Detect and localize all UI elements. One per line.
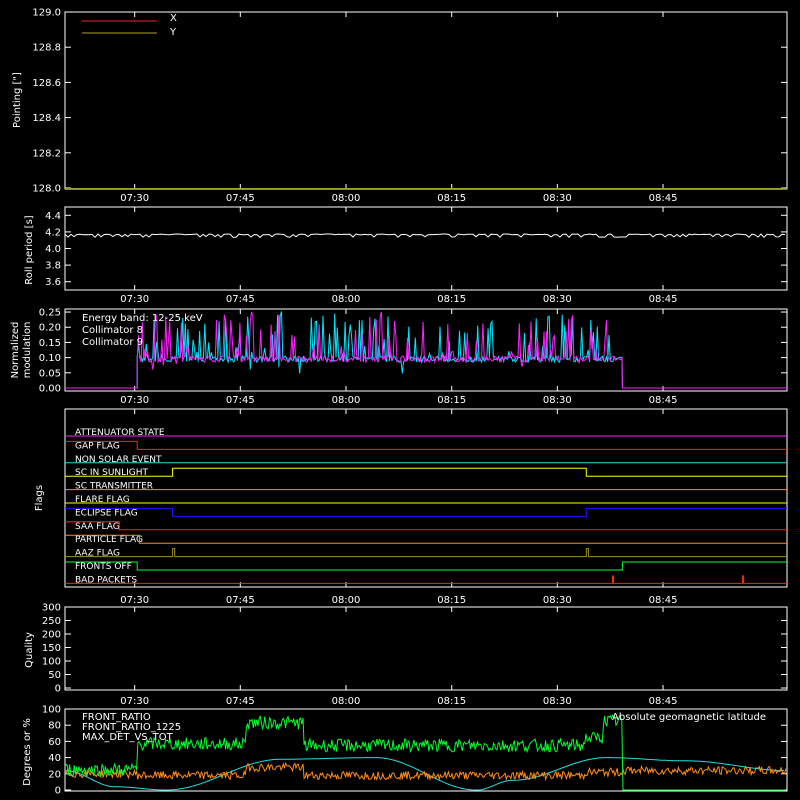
x-tick-label: 07:30 <box>120 395 149 406</box>
y-tick-label: 0 <box>55 786 61 797</box>
y-tick-label: 80 <box>48 721 61 732</box>
y-tick-label: 3.8 <box>45 261 61 272</box>
y-tick-label: 129.0 <box>32 8 61 19</box>
ratio-ylabel: Degrees or % <box>22 718 33 786</box>
x-tick-label: 08:00 <box>332 395 361 406</box>
x-tick-label: 08:00 <box>332 193 361 204</box>
x-tick-label: 07:45 <box>226 193 255 204</box>
y-tick-label: 128.0 <box>32 184 61 195</box>
x-tick-label: 07:45 <box>226 395 255 406</box>
x-tick-label: 08:30 <box>543 395 572 406</box>
y-tick-label: 0.25 <box>39 308 61 319</box>
y-tick-label: 0.00 <box>39 384 61 395</box>
pointing-ylabel: Pointing ["] <box>12 72 23 128</box>
x-tick-label: 08:15 <box>437 696 466 707</box>
x-tick-label: 08:45 <box>649 294 678 305</box>
x-tick-label: 08:45 <box>649 193 678 204</box>
x-tick-label: 07:30 <box>120 294 149 305</box>
y-tick-label: 150 <box>42 643 61 654</box>
x-tick-label: 08:30 <box>543 696 572 707</box>
y-tick-label: 100 <box>42 657 61 668</box>
x-tick-label: 08:45 <box>649 395 678 406</box>
y-tick-label: 40 <box>48 753 61 764</box>
y-tick-label: 200 <box>42 630 61 641</box>
y-tick-label: 300 <box>42 603 61 614</box>
x-tick-label: 07:45 <box>226 696 255 707</box>
x-tick-label: 08:00 <box>332 696 361 707</box>
x-tick-label: 08:45 <box>649 595 678 606</box>
y-tick-label: 0.15 <box>39 338 61 349</box>
ratio-legend-max-det: MAX_DET_VS_TOT <box>82 732 174 743</box>
flag-label: GAP FLAG <box>75 441 120 451</box>
modulation-legend-coll8: Collimator 8 <box>82 325 143 336</box>
modulation-legend-coll9: Collimator 9 <box>82 337 143 348</box>
figure: Pointing ["] 128.0 128.2 128.4 128.6 128.8 12… <box>0 0 800 800</box>
y-tick-label: 20 <box>48 769 61 780</box>
x-tick-label: 08:30 <box>543 595 572 606</box>
x-tick-label: 08:15 <box>437 193 466 204</box>
x-tick-label: 07:30 <box>120 193 149 204</box>
x-tick-label: 08:30 <box>543 294 572 305</box>
x-tick-label: 08:15 <box>437 595 466 606</box>
y-tick-label: 50 <box>48 670 61 681</box>
y-tick-label: 0 <box>55 684 61 695</box>
y-tick-label: 0.20 <box>39 323 61 334</box>
y-tick-label: 128.8 <box>32 43 61 54</box>
y-tick-label: 128.4 <box>32 113 61 124</box>
y-tick-label: 4.0 <box>45 244 61 255</box>
flag-label: ECLIPSE FLAG <box>75 508 138 518</box>
y-tick-label: 250 <box>42 616 61 627</box>
x-tick-label: 08:15 <box>437 294 466 305</box>
y-tick-label: 4.4 <box>45 211 61 222</box>
x-tick-label: 07:45 <box>226 294 255 305</box>
y-tick-label: 0.05 <box>39 368 61 379</box>
y-tick-label: 100 <box>42 705 61 716</box>
modulation-ylabel-line1: Normalized <box>10 322 21 379</box>
flag-label: FRONTS OFF <box>75 562 132 572</box>
x-tick-label: 08:00 <box>332 294 361 305</box>
x-tick-label: 08:15 <box>437 395 466 406</box>
y-tick-label: 128.6 <box>32 78 61 89</box>
pointing-legend-x: X <box>170 13 177 24</box>
flag-label: PARTICLE FLAG <box>75 535 143 545</box>
x-tick-label: 07:30 <box>120 696 149 707</box>
y-tick-label: 3.6 <box>45 277 61 288</box>
x-tick-label: 07:45 <box>226 595 255 606</box>
flags-ylabel: Flags <box>34 485 45 511</box>
y-tick-label: 128.2 <box>32 148 61 159</box>
x-tick-label: 08:30 <box>543 193 572 204</box>
x-tick-label: 08:00 <box>332 595 361 606</box>
y-tick-label: 60 <box>48 737 61 748</box>
flag-label: SAA FLAG <box>75 522 120 532</box>
y-tick-label: 0.10 <box>39 353 61 364</box>
x-tick-label: 07:30 <box>120 595 149 606</box>
quality-ylabel: Quality <box>24 632 35 668</box>
pointing-legend-y: Y <box>169 27 177 38</box>
x-tick-label: 08:45 <box>649 696 678 707</box>
y-tick-label: 4.2 <box>45 227 61 238</box>
modulation-ylabel-line2: modulation <box>22 322 33 379</box>
ratio-annotation-geomag: Absolute geomagnetic latitude <box>612 712 766 723</box>
modulation-energy-band: Energy band: 12-25 keV <box>82 313 203 324</box>
roll-ylabel: Roll period [s] <box>24 215 35 284</box>
